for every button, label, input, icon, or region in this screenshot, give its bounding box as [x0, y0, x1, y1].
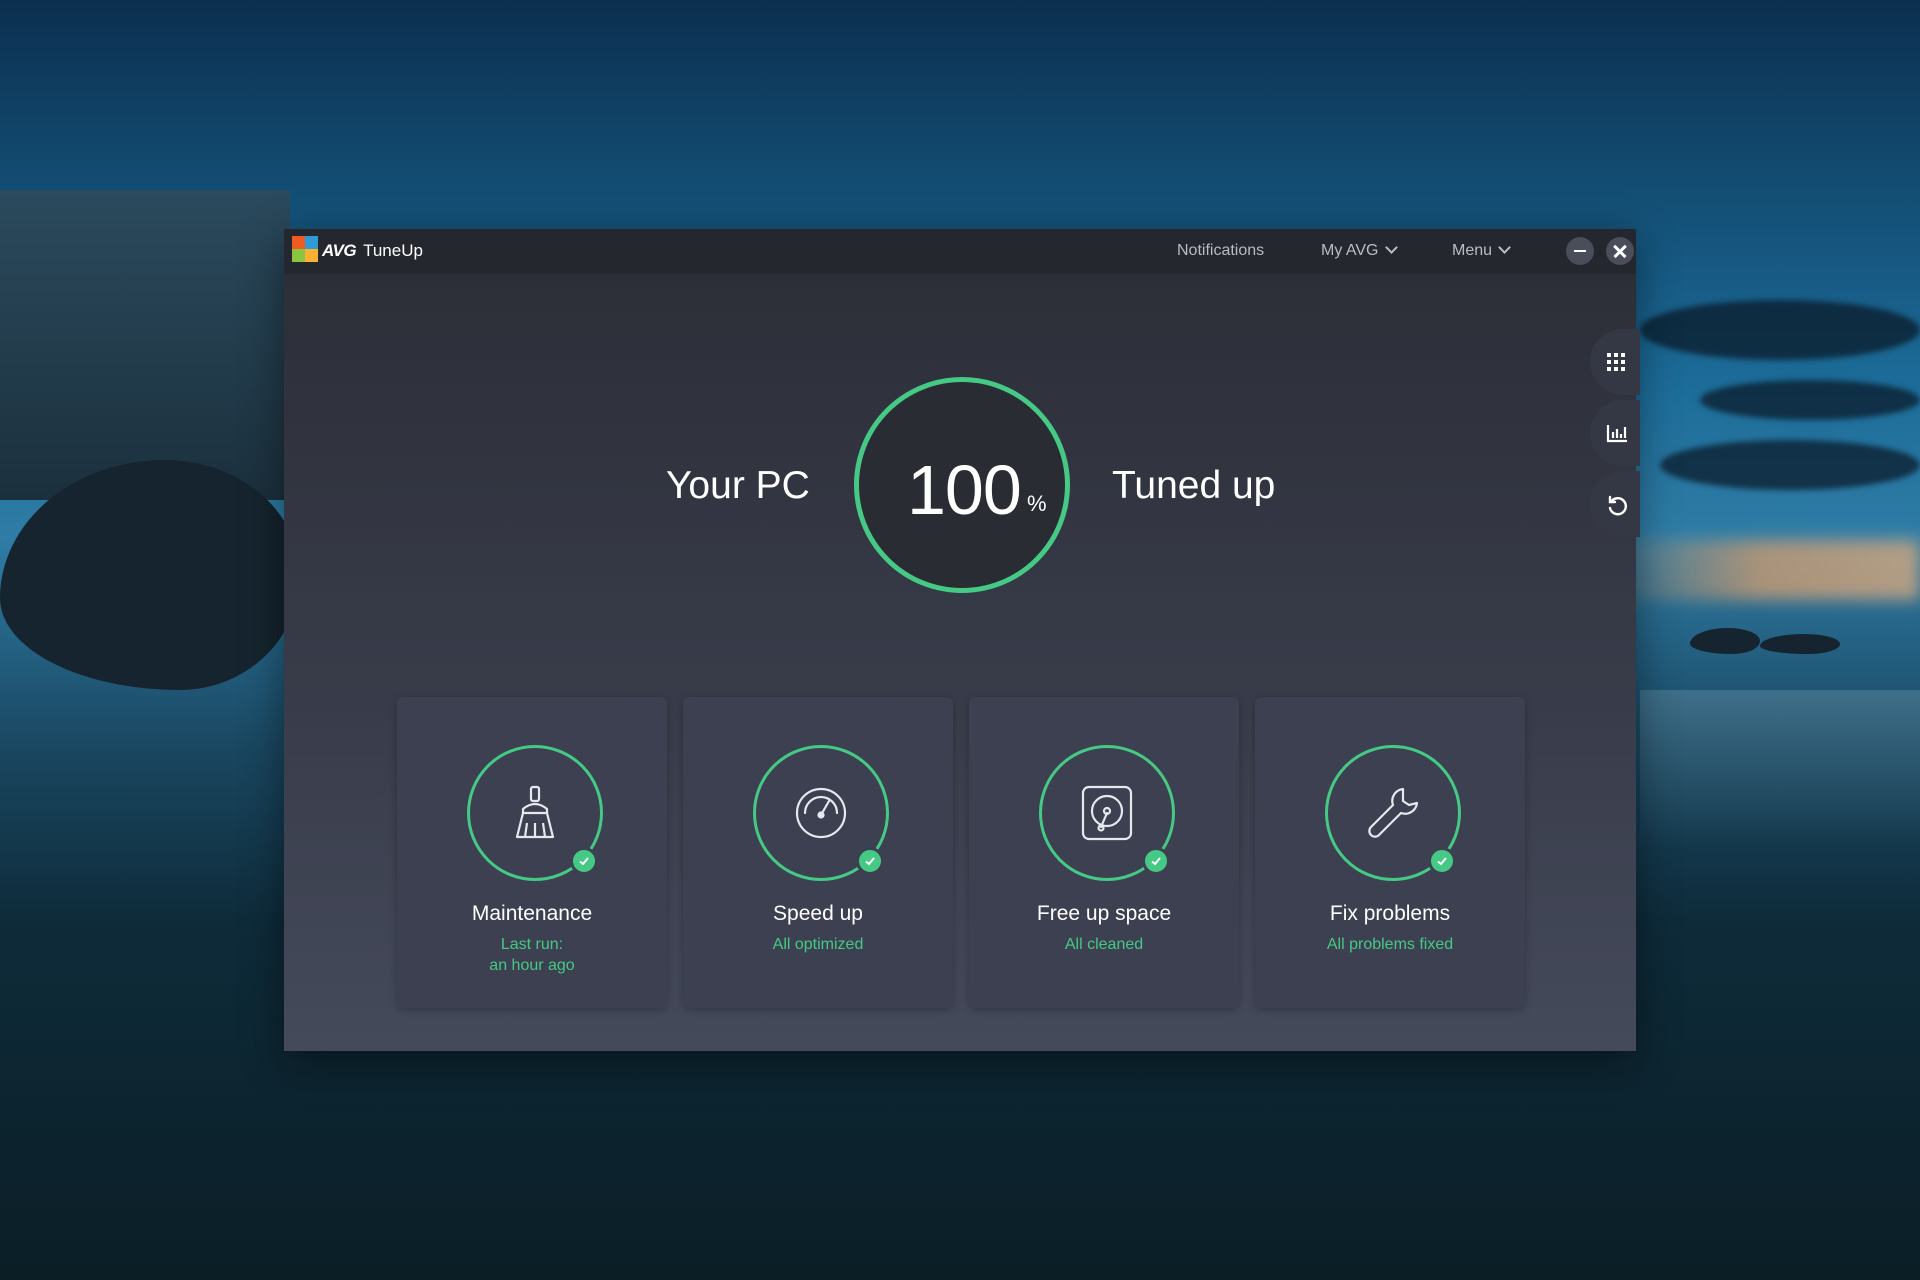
- speed-up-card[interactable]: Speed up All optimized: [683, 697, 953, 1008]
- score-unit: %: [1027, 491, 1047, 516]
- minimize-icon: [1574, 250, 1586, 252]
- cloud: [1700, 380, 1920, 420]
- my-avg-dropdown[interactable]: My AVG: [1321, 241, 1398, 260]
- maintenance-card[interactable]: Maintenance Last run: an hour ago: [397, 697, 667, 1008]
- notifications-label: Notifications: [1177, 242, 1265, 259]
- cloud: [1640, 300, 1920, 360]
- chevron-down-icon: [1384, 241, 1398, 254]
- sunset-glow: [1600, 540, 1920, 600]
- menu-label: Menu: [1452, 242, 1493, 259]
- speedometer-icon: [795, 787, 847, 839]
- beach-building: [0, 190, 290, 500]
- free-up-space-card[interactable]: Free up space All cleaned: [969, 697, 1239, 1008]
- card-status: All optimized: [683, 934, 953, 955]
- menu-dropdown[interactable]: Menu: [1452, 241, 1511, 260]
- check-badge-icon: [570, 847, 598, 875]
- card-status: Last run: an hour ago: [397, 934, 667, 976]
- undo-button[interactable]: [1590, 471, 1640, 537]
- hard-drive-icon: [1081, 785, 1133, 841]
- stats-chart-icon: [1606, 425, 1627, 443]
- my-avg-label: My AVG: [1321, 242, 1379, 259]
- card-status-line: All optimized: [772, 936, 864, 953]
- apps-grid-icon: [1607, 353, 1625, 371]
- card-status-line: an hour ago: [489, 957, 575, 974]
- card-title: Speed up: [773, 902, 863, 925]
- chevron-down-icon: [1498, 241, 1511, 254]
- avg-logo-icon: [292, 236, 318, 262]
- titlebar: AVG TuneUp Notifications My AVG Menu: [284, 229, 1636, 274]
- card-status-line: All problems fixed: [1326, 936, 1454, 953]
- rock: [1690, 628, 1760, 654]
- card-title: Free up space: [1036, 902, 1172, 925]
- card-status-line: All cleaned: [1064, 936, 1144, 953]
- check-badge-icon: [1142, 847, 1170, 875]
- broom-icon: [515, 785, 555, 839]
- card-status: All problems fixed: [1255, 934, 1525, 955]
- product-name: TuneUp: [363, 241, 423, 260]
- undo-icon: [1608, 495, 1627, 516]
- card-status-line: Last run:: [500, 936, 564, 953]
- card-status: All cleaned: [969, 934, 1239, 955]
- hero-left-text: Your PC: [666, 464, 810, 507]
- tuneup-score-ring: 100 %: [854, 377, 1070, 593]
- fix-problems-card[interactable]: Fix problems All problems fixed: [1255, 697, 1525, 1008]
- app-title: AVG TuneUp: [322, 241, 423, 261]
- card-title: Fix problems: [1329, 902, 1451, 925]
- tuneup-score: 100: [907, 451, 1022, 529]
- avg-tuneup-window: AVG TuneUp Notifications My AVG Menu You…: [284, 229, 1640, 1051]
- check-badge-icon: [1428, 847, 1456, 875]
- cloud: [1660, 440, 1920, 490]
- hero-right-text: Tuned up: [1112, 464, 1276, 507]
- check-badge-icon: [856, 847, 884, 875]
- wrench-icon: [1368, 787, 1419, 838]
- notifications-link[interactable]: Notifications: [1177, 242, 1264, 260]
- card-title: Maintenance: [471, 902, 593, 925]
- brand-name: AVG: [322, 241, 357, 260]
- close-button[interactable]: [1606, 237, 1634, 265]
- minimize-button[interactable]: [1566, 237, 1594, 265]
- sea-reflection: [1640, 690, 1920, 850]
- apps-grid-button[interactable]: [1590, 329, 1640, 395]
- rock: [1760, 634, 1840, 654]
- stats-button[interactable]: [1590, 400, 1640, 466]
